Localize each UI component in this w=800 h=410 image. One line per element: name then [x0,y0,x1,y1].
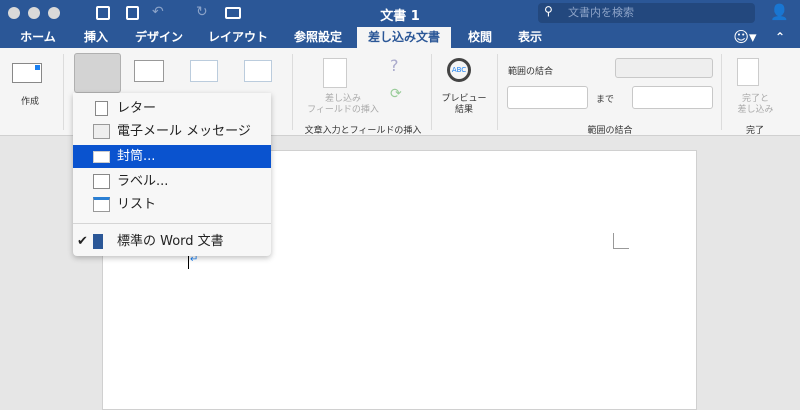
menu-item-email[interactable]: 電子メール メッセージ [73,120,271,143]
redo-icon[interactable]: ↻ [196,4,208,20]
word-icon [93,234,103,249]
preview-results-label[interactable]: プレビュー 結果 [436,94,492,116]
window-title: 文書 1 [380,9,420,24]
close-window-button[interactable] [8,7,20,19]
label-icon [93,174,110,189]
minimize-window-button[interactable] [28,7,40,19]
finish-merge-icon [737,58,759,86]
filter-recipients-icon [244,60,272,82]
menu-item-normal-document[interactable]: ✔ 標準の Word 文書 [73,230,271,253]
search-input[interactable]: 文書内を検索 [538,3,755,23]
group-insert-label: 文章入力とフィールドの挿入 [304,126,422,136]
menu-item-envelope[interactable]: 封筒... [73,145,271,168]
save-icon[interactable] [126,6,139,20]
sidebar-toggle-icon[interactable] [96,6,110,20]
tab-insert[interactable]: 挿入 [76,27,116,48]
merge-range-select [615,58,713,78]
tab-references[interactable]: 参照設定 [288,27,348,48]
select-recipients-icon[interactable] [134,60,164,82]
email-icon [93,124,110,139]
menu-separator [73,223,271,224]
start-mail-merge-menu: レター 電子メール メッセージ 封筒... ラベル... リスト ✔ 標準の Wo… [73,93,271,256]
edit-recipients-icon [190,60,218,82]
title-bar: ↶ ↻ 文書 1 文書内を検索 ⚲ 👤 [0,0,800,27]
margin-marker [613,233,629,249]
tab-home[interactable]: ホーム [10,27,66,48]
zoom-window-button[interactable] [48,7,60,19]
range-to-input[interactable] [632,86,713,109]
start-mail-merge-button[interactable] [74,53,121,93]
checkmark-icon: ✔ [77,234,88,249]
to-label: まで [596,95,615,105]
menu-item-letter[interactable]: レター [73,97,271,120]
envelope-icon [93,151,110,163]
tab-design[interactable]: デザイン [126,27,192,48]
text-cursor [188,256,189,269]
menu-item-label[interactable]: ラベル... [73,170,271,193]
update-labels-icon: ⟳ [390,86,402,102]
letter-icon [95,101,108,116]
group-finish-label: 完了 [745,126,764,136]
stamp-icon [35,65,40,70]
merge-range-label: 範囲の結合 [508,67,554,77]
smiley-feedback-icon[interactable]: ☺▾ [730,27,760,48]
ribbon-tabs: ホーム 挿入 デザイン レイアウト 参照設定 差し込み文書 校閲 表示 ☺▾ ⌃ [0,27,800,48]
share-user-icon[interactable]: 👤 [770,3,789,21]
menu-item-list[interactable]: リスト [73,193,271,216]
range-from-input[interactable] [507,86,588,109]
collapse-ribbon-icon[interactable]: ⌃ [770,27,790,48]
finish-merge-label: 完了と 差し込み [737,94,774,115]
list-icon [93,197,110,212]
search-icon: ⚲ [544,4,553,18]
tab-layout[interactable]: レイアウト [200,27,276,48]
insert-merge-field-icon [323,58,347,88]
rules-icon: ? [390,56,399,75]
tab-view[interactable]: 表示 [510,27,550,48]
undo-icon[interactable]: ↶ [152,4,164,20]
group-range-label: 範囲の結合 [587,126,633,136]
tab-mailings[interactable]: 差し込み文書 [357,27,451,48]
tab-review[interactable]: 校閲 [460,27,500,48]
preview-results-icon[interactable]: ABC [447,58,471,82]
print-icon[interactable] [225,7,241,19]
insert-merge-field-label: 差し込み フィールドの挿入 [307,94,379,115]
create-label: 作成 [20,97,39,107]
